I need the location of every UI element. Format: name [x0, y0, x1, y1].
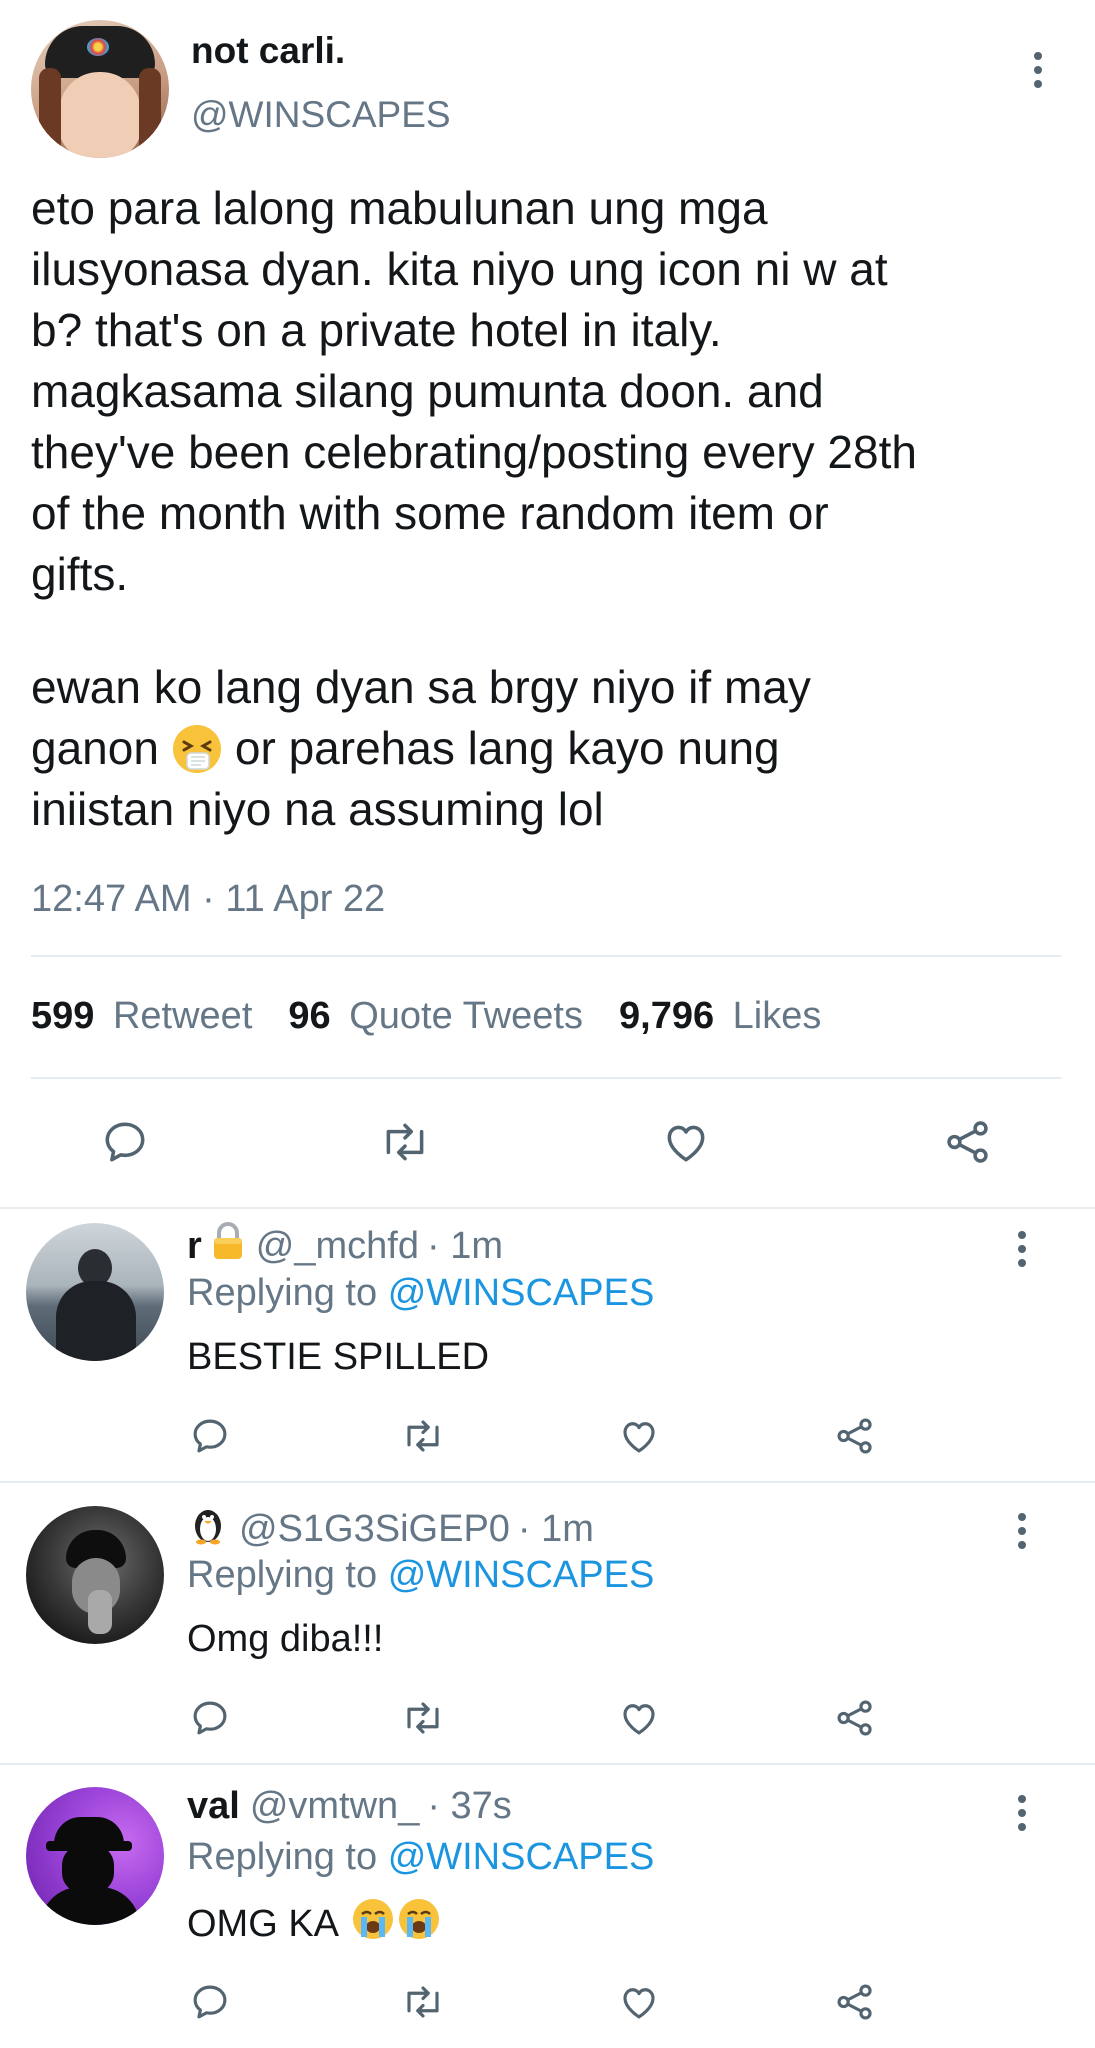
reply-text: OMG KA [187, 1902, 340, 1945]
author-handle[interactable]: @WINSCAPES [191, 94, 451, 136]
reply-avatar[interactable] [26, 1223, 164, 1361]
retweets-stat[interactable]: 599 Retweet [31, 995, 252, 1038]
divider [0, 1481, 1095, 1483]
tweet-text-line: ilusyonasa dyan. kita niyo ung icon ni w… [31, 243, 888, 295]
replying-to-line: Replying to @WINSCAPES [187, 1554, 654, 1597]
replying-to-handle-link[interactable]: @WINSCAPES [388, 1554, 655, 1596]
author-display-name[interactable]: not carli. [191, 30, 345, 72]
tweet-text-line: they've been celebrating/posting every 2… [31, 426, 917, 478]
reply-avatar[interactable] [26, 1506, 164, 1644]
replying-to-line: Replying to @WINSCAPES [187, 1836, 654, 1879]
retweets-count: 599 [31, 995, 95, 1037]
retweets-label: Retweet [112, 995, 253, 1037]
replying-to-label: Replying to [187, 1836, 378, 1878]
reply-item[interactable]: @S1G3SiGEP0 · 1m Replying to @WINSCAPES … [0, 1491, 1095, 1763]
reply-handle[interactable]: @_mchfd [256, 1225, 419, 1268]
reply-header: @S1G3SiGEP0 · 1m [187, 1503, 594, 1555]
reply-icon[interactable] [189, 1415, 231, 1457]
more-options-icon[interactable] [1033, 52, 1043, 88]
retweet-icon[interactable] [400, 1981, 446, 2023]
reply-item[interactable]: val @vmtwn_ · 37s Replying to @WINSCAPES… [0, 1773, 1095, 2048]
tweet-text-segment: or parehas lang kayo nung [234, 722, 780, 774]
reply-icon[interactable] [189, 1697, 231, 1739]
quotes-label: Quote Tweets [349, 995, 583, 1037]
retweet-icon[interactable] [400, 1697, 446, 1739]
reply-display-name[interactable]: val [187, 1785, 240, 1828]
tweet-text-line: magkasama silang pumunta doon. and [31, 365, 824, 417]
reply-time: · 1m [517, 1507, 594, 1550]
quotes-stat[interactable]: 96 Quote Tweets [288, 995, 583, 1038]
reply-display-name[interactable]: r [187, 1225, 202, 1268]
tweet-text-line-with-emoji: ganon or parehas lang kayo nung [31, 718, 1071, 779]
like-heart-icon[interactable] [617, 1981, 661, 2023]
divider [31, 955, 1061, 957]
reply-text: BESTIE SPILLED [187, 1336, 490, 1378]
share-icon[interactable] [942, 1117, 994, 1167]
retweet-icon[interactable] [400, 1415, 446, 1457]
tweet-text-line: gifts. [31, 548, 129, 600]
retweet-icon[interactable] [378, 1117, 432, 1167]
penguin-emoji-icon [187, 1503, 229, 1555]
tweet-text-line: b? that's on a private hotel in italy. [31, 304, 722, 356]
replying-to-handle-link[interactable]: @WINSCAPES [388, 1836, 655, 1878]
reply-time: · 1m [427, 1224, 503, 1267]
more-options-icon[interactable] [1017, 1231, 1027, 1267]
tweet-stats: 599 Retweet 96 Quote Tweets 9,796 Likes [31, 995, 821, 1038]
reply-text: Omg diba!!! [187, 1618, 384, 1660]
more-options-icon[interactable] [1017, 1795, 1027, 1831]
tweet-text-line: ewan ko lang dyan sa brgy niyo if may [31, 661, 811, 713]
reply-item[interactable]: r @_mchfd · 1m Replying to @WINSCAPES BE… [0, 1209, 1095, 1481]
reply-text-line: OMG KA [187, 1897, 441, 1951]
likes-count: 9,796 [619, 995, 715, 1037]
share-icon[interactable] [833, 1415, 877, 1457]
reply-header: r @_mchfd · 1m [187, 1221, 503, 1271]
more-options-icon[interactable] [1017, 1513, 1027, 1549]
sneezing-face-emoji-icon [171, 723, 223, 775]
tweet-text-line: eto para lalong mabulunan ung mga [31, 182, 768, 234]
like-heart-icon[interactable] [617, 1415, 661, 1457]
like-heart-icon[interactable] [617, 1697, 661, 1739]
reply-icon[interactable] [100, 1117, 150, 1167]
replying-to-label: Replying to [187, 1554, 378, 1596]
like-heart-icon[interactable] [660, 1117, 712, 1167]
author-avatar[interactable] [31, 20, 169, 158]
tweet-text-line: iniistan niyo na assuming lol [31, 783, 604, 835]
reply-icon[interactable] [189, 1981, 231, 2023]
crying-face-emoji-icon [351, 1897, 395, 1951]
likes-label: Likes [732, 995, 822, 1037]
tweet-text-line: of the month with some random item or [31, 487, 829, 539]
likes-stat[interactable]: 9,796 Likes [619, 995, 821, 1038]
share-icon[interactable] [833, 1697, 877, 1739]
lock-icon [210, 1221, 246, 1271]
replying-to-line: Replying to @WINSCAPES [187, 1272, 654, 1315]
tweet-body-paragraph-2: ewan ko lang dyan sa brgy niyo if may ga… [31, 657, 1071, 840]
divider [31, 1077, 1061, 1079]
divider [0, 1763, 1095, 1765]
reply-header: val @vmtwn_ · 37s [187, 1785, 512, 1828]
reply-avatar[interactable] [26, 1787, 164, 1925]
reply-handle[interactable]: @vmtwn_ [250, 1785, 420, 1828]
replying-to-label: Replying to [187, 1272, 378, 1314]
quotes-count: 96 [288, 995, 331, 1037]
reply-time: · 37s [427, 1785, 512, 1827]
replying-to-handle-link[interactable]: @WINSCAPES [388, 1272, 655, 1314]
tweet-timestamp[interactable]: 12:47 AM · 11 Apr 22 [31, 878, 385, 921]
tweet-body: eto para lalong mabulunan ung mga ilusyo… [31, 178, 1071, 605]
crying-face-emoji-icon [397, 1897, 441, 1951]
tweet-text-segment: ganon [31, 722, 159, 774]
reply-handle[interactable]: @S1G3SiGEP0 [239, 1508, 510, 1551]
share-icon[interactable] [833, 1981, 877, 2023]
